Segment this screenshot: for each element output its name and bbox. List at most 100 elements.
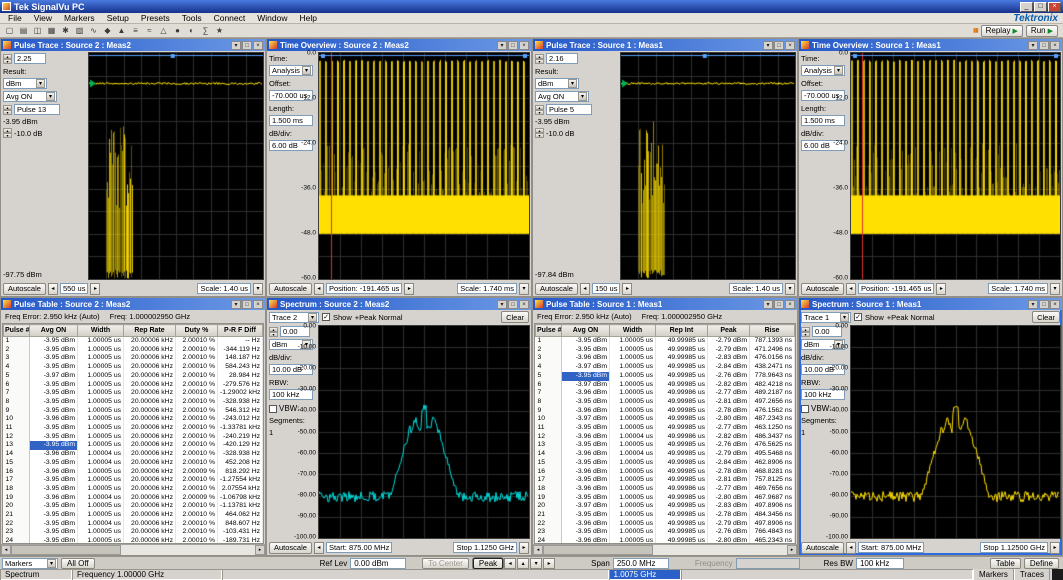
to-center-button[interactable]: To Center bbox=[422, 558, 469, 569]
table-row[interactable]: 14-3.96 dBm1.00004 us20.00006 kHz2.00010… bbox=[4, 450, 263, 459]
dbdiv-field[interactable]: 6.00 dB bbox=[269, 140, 313, 151]
marker-stepper[interactable]: ▴▾ bbox=[535, 54, 544, 64]
clear-button[interactable]: Clear bbox=[1032, 311, 1060, 323]
pause-icon[interactable]: ▮▮ bbox=[973, 27, 978, 34]
stop-freq-field[interactable]: Stop 1.12500 GHz bbox=[980, 542, 1048, 553]
menu-item-setup[interactable]: Setup bbox=[101, 13, 135, 23]
table-row[interactable]: 22-3.96 dBm1.00005 us49.99985 us-2.79 dB… bbox=[536, 520, 795, 529]
table-row[interactable]: 24-3.95 dBm1.00005 us20.00006 kHz2.00010… bbox=[4, 537, 263, 544]
panel-close-icon[interactable]: × bbox=[1050, 300, 1060, 309]
table-row[interactable]: 20-3.95 dBm1.00005 us20.00006 kHz2.00010… bbox=[4, 502, 263, 511]
dbdiv-field[interactable]: 10.00 dB bbox=[269, 364, 313, 375]
define-button[interactable]: Define bbox=[1024, 558, 1059, 569]
panel-collapse-icon[interactable]: ▾ bbox=[1028, 300, 1038, 309]
table-row[interactable]: 4-3.97 dBm1.00005 us49.99985 us-2.84 dBm… bbox=[536, 363, 795, 372]
panel-close-icon[interactable]: × bbox=[253, 41, 263, 50]
panel-titlebar[interactable]: Spectrum : Source 1 : Meas1 ▾□× bbox=[799, 298, 1062, 310]
panel-maximize-icon[interactable]: □ bbox=[242, 41, 252, 50]
table-row[interactable]: 2-3.95 dBm1.00005 us20.00006 kHz2.00010 … bbox=[4, 346, 263, 355]
panel-maximize-icon[interactable]: □ bbox=[1039, 300, 1049, 309]
time-dropdown[interactable]: Analysis▾ bbox=[269, 65, 313, 76]
table-row[interactable]: 12-3.96 dBm1.00004 us49.99986 us-2.82 dB… bbox=[536, 433, 795, 442]
scrollbar-thumb[interactable] bbox=[11, 545, 121, 555]
table-row[interactable]: 15-3.95 dBm1.00004 us20.00006 kHz2.00010… bbox=[4, 459, 263, 468]
scale-field[interactable]: Scale: 1.740 ms bbox=[988, 283, 1048, 294]
result-type-dropdown[interactable]: Avg ON▾ bbox=[3, 91, 57, 102]
marker-value-field[interactable]: 2.25 bbox=[14, 53, 46, 64]
rbw-field[interactable]: 100 kHz bbox=[269, 389, 313, 400]
math-icon[interactable]: ∑ bbox=[199, 25, 212, 37]
pan-right-button[interactable]: ▸ bbox=[1050, 542, 1060, 554]
table-row[interactable]: 14-3.96 dBm1.00004 us49.99985 us-2.79 dB… bbox=[536, 450, 795, 459]
scale-dropdown-icon[interactable]: ▾ bbox=[253, 283, 263, 295]
position-field[interactable]: 150 us bbox=[592, 283, 621, 294]
table-button[interactable]: Table bbox=[990, 558, 1021, 569]
peak-right-button[interactable]: ▸ bbox=[543, 558, 555, 569]
menu-item-window[interactable]: Window bbox=[251, 13, 293, 23]
spectrum-plot[interactable] bbox=[318, 325, 530, 539]
scale-stepper[interactable]: ▴▾ bbox=[535, 128, 544, 138]
signal-trace-icon[interactable]: ∿ bbox=[87, 25, 100, 37]
panel-titlebar[interactable]: Time Overview : Source 1 : Meas1 ▾□× bbox=[799, 39, 1062, 51]
scrollbar-thumb[interactable] bbox=[543, 545, 653, 555]
table-row[interactable]: 11-3.95 dBm1.00005 us20.00006 kHz2.00010… bbox=[4, 424, 263, 433]
run-button[interactable]: Run▶ bbox=[1026, 25, 1058, 37]
peak-button[interactable]: Peak bbox=[473, 558, 503, 569]
peak-left-button[interactable]: ◂ bbox=[504, 558, 516, 569]
table-row[interactable]: 5-3.97 dBm1.00005 us20.00006 kHz2.00010 … bbox=[4, 372, 263, 381]
panel-titlebar[interactable]: Pulse Table : Source 2 : Meas2 ▾□× bbox=[1, 298, 265, 310]
table-row[interactable]: 17-3.95 dBm1.00005 us20.00006 kHz2.00010… bbox=[4, 476, 263, 485]
table-row[interactable]: 7-3.96 dBm1.00005 us49.99986 us-2.77 dBm… bbox=[536, 389, 795, 398]
pan-left-button[interactable]: ◂ bbox=[48, 283, 58, 295]
minimize-icon[interactable]: _ bbox=[1020, 2, 1033, 12]
status-traces-button[interactable]: Traces bbox=[1014, 569, 1050, 580]
table-row[interactable]: 19-3.95 dBm1.00005 us49.99985 us-2.80 dB… bbox=[536, 494, 795, 503]
peak-up-button[interactable]: ▴ bbox=[517, 558, 529, 569]
time-overview-plot[interactable] bbox=[850, 52, 1061, 280]
column-header[interactable]: Width bbox=[78, 325, 124, 337]
scale-field[interactable]: Scale: 1.40 us bbox=[197, 283, 251, 294]
result-units-dropdown[interactable]: dBm▾ bbox=[3, 78, 47, 89]
pan-left-button[interactable]: ◂ bbox=[314, 283, 324, 295]
autoscale-button[interactable]: Autoscale bbox=[3, 283, 46, 295]
rbw-field[interactable]: 100 kHz bbox=[801, 389, 845, 400]
result-type-dropdown[interactable]: Avg ON▾ bbox=[535, 91, 589, 102]
analysis-time-icon[interactable]: ◐ bbox=[185, 25, 198, 37]
position-field[interactable]: Position: -191.465 us bbox=[326, 283, 402, 294]
pulse-select-field[interactable]: Pulse 13 bbox=[14, 104, 60, 115]
column-header[interactable]: Rep Rate bbox=[124, 325, 176, 337]
close-icon[interactable]: × bbox=[1048, 2, 1061, 12]
scale-stepper[interactable]: ▴▾ bbox=[3, 128, 12, 138]
table-row[interactable]: 3-3.95 dBm1.00005 us20.00006 kHz2.00010 … bbox=[4, 354, 263, 363]
panel-maximize-icon[interactable]: □ bbox=[1039, 41, 1049, 50]
panel-titlebar[interactable]: Spectrum : Source 2 : Meas2 ▾□× bbox=[267, 298, 531, 310]
maximize-icon[interactable]: □ bbox=[1034, 2, 1047, 12]
pulse-stepper[interactable]: ▴▾ bbox=[535, 105, 544, 115]
settings-gear-icon[interactable]: ✱ bbox=[59, 25, 72, 37]
print-icon[interactable]: ▦ bbox=[45, 25, 58, 37]
ref-lev-field[interactable]: 0.00 dBm bbox=[350, 558, 406, 569]
table-row[interactable]: 13-3.95 dBm1.00005 us49.99985 us-2.76 dB… bbox=[536, 441, 795, 450]
start-freq-field[interactable]: Start: 875.00 MHz bbox=[858, 542, 924, 553]
start-freq-field[interactable]: Start: 875.00 MHz bbox=[326, 542, 392, 553]
length-field[interactable]: 1.500 ms bbox=[269, 115, 313, 126]
status-markers-button[interactable]: Markers bbox=[973, 569, 1014, 580]
pulse-select-field[interactable]: Pulse 5 bbox=[546, 104, 592, 115]
position-field[interactable]: 550 us bbox=[60, 283, 89, 294]
menu-item-presets[interactable]: Presets bbox=[135, 13, 176, 23]
table-row[interactable]: 22-3.95 dBm1.00004 us20.00006 kHz2.00010… bbox=[4, 520, 263, 529]
time-overview-plot[interactable] bbox=[318, 52, 530, 280]
offset-field[interactable]: -70.000 us bbox=[269, 90, 313, 101]
table-row[interactable]: 6-3.95 dBm1.00005 us20.00006 kHz2.00010 … bbox=[4, 381, 263, 390]
autoscale-button[interactable]: Autoscale bbox=[535, 283, 578, 295]
column-header[interactable]: Avg ON bbox=[562, 325, 610, 337]
vbw-checkbox[interactable] bbox=[801, 405, 809, 413]
peak-search-icon[interactable]: ▲ bbox=[115, 25, 128, 37]
save-icon[interactable]: ◫ bbox=[31, 25, 44, 37]
scroll-right-icon[interactable]: ▸ bbox=[255, 545, 265, 555]
pulse-stepper[interactable]: ▴▾ bbox=[3, 105, 12, 115]
ref-level-stepper[interactable]: ▴▾ bbox=[801, 327, 810, 337]
panel-close-icon[interactable]: × bbox=[519, 300, 529, 309]
ref-level-stepper[interactable]: ▴▾ bbox=[269, 327, 278, 337]
column-header[interactable]: Peak bbox=[708, 325, 750, 337]
